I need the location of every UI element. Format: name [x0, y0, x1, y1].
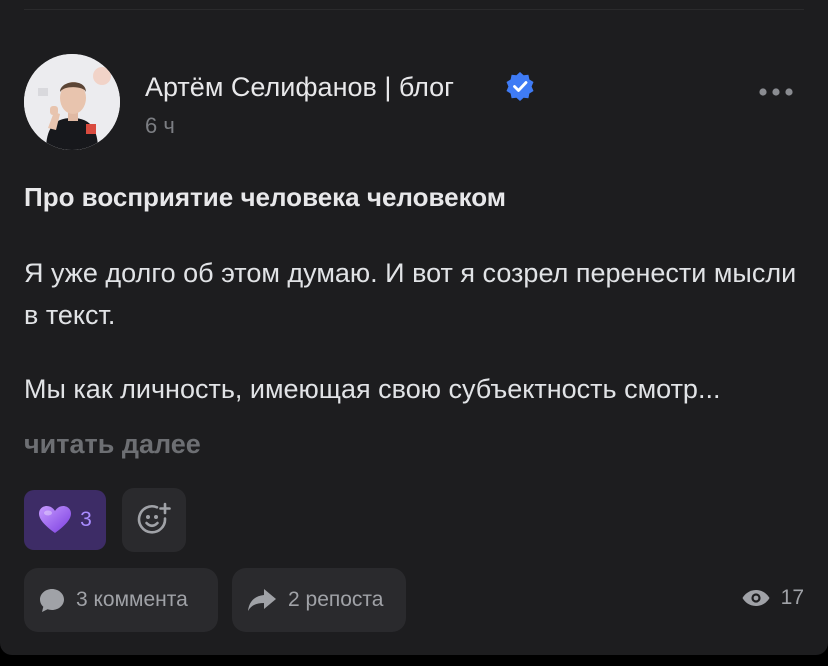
verified-icon — [506, 72, 534, 101]
repost-button[interactable]: 2 репоста — [232, 568, 406, 632]
views: 17 — [741, 586, 804, 610]
author-name[interactable]: Артём Селифанов | блог — [145, 70, 454, 104]
comments-count: 3 коммента — [76, 588, 188, 611]
avatar[interactable] — [24, 54, 120, 150]
reposts-count: 2 репоста — [288, 588, 384, 611]
comment-icon — [40, 589, 64, 612]
heart-icon — [39, 506, 72, 533]
post-paragraph: Мы как личность, имеющая свою субъектнос… — [24, 374, 721, 404]
repost-icon — [248, 589, 276, 611]
add-reaction-icon — [137, 502, 171, 534]
read-more-link[interactable]: читать далее — [24, 424, 201, 464]
reaction-count: 3 — [80, 508, 92, 531]
reaction-button[interactable]: 3 — [24, 490, 106, 550]
add-reaction-button[interactable] — [122, 488, 186, 552]
views-count: 17 — [780, 586, 804, 609]
eye-icon — [742, 590, 770, 606]
post-title: Про восприятие человека человеком — [24, 182, 507, 212]
comments-button[interactable]: 3 коммента — [24, 568, 218, 632]
post-paragraph: Я уже долго об этом думаю. И вот я созре… — [24, 258, 797, 330]
post-card: Артём Селифанов | блог 6 ч Про восприяти… — [0, 0, 828, 655]
post-time: 6 ч — [145, 113, 175, 138]
divider — [24, 9, 804, 10]
more-icon[interactable] — [755, 80, 797, 104]
